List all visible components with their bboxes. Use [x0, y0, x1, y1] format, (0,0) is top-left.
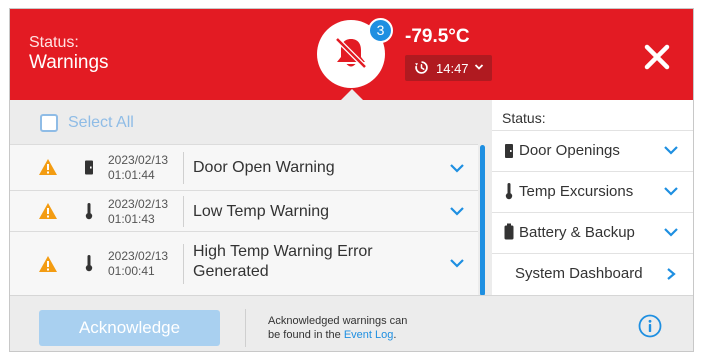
timer-icon [415, 61, 428, 74]
status-value: Warnings [29, 52, 109, 73]
door-icon [85, 160, 93, 175]
header-pointer [341, 89, 363, 100]
thermometer-icon [505, 183, 513, 200]
row-divider [183, 152, 184, 184]
acknowledge-note: Acknowledged warnings can be found in th… [268, 314, 428, 342]
battery-icon [504, 223, 514, 240]
warning-triangle-icon [39, 159, 57, 175]
warning-date: 2023/02/13 [108, 197, 169, 211]
thermometer-icon [85, 203, 93, 220]
note-text: . [393, 329, 397, 341]
warning-timestamp: 2023/02/13 01:01:43 [108, 197, 168, 227]
info-button[interactable] [638, 314, 662, 338]
chevron-down-icon [664, 146, 678, 155]
note-line: be found in the Event Log. [268, 328, 428, 342]
chevron-right-icon [667, 268, 676, 280]
warning-title-line: High Temp Warning Error [193, 243, 373, 260]
chevron-down-icon [474, 64, 484, 70]
row-divider [183, 196, 184, 227]
status-item-door-openings[interactable]: Door Openings [492, 130, 693, 171]
status-item-system-dashboard[interactable]: System Dashboard [492, 253, 693, 294]
close-button[interactable] [642, 42, 672, 72]
chevron-down-icon[interactable] [449, 205, 465, 217]
warning-time: 01:00:41 [108, 264, 155, 278]
status-label: Status: [29, 34, 79, 51]
status-panel-title: Status: [502, 110, 546, 126]
note-text: be found in the [268, 329, 344, 341]
warning-triangle-icon [39, 203, 57, 219]
status-item-label: System Dashboard [515, 265, 643, 282]
status-item-label: Door Openings [519, 142, 620, 159]
warning-row[interactable]: 2023/02/13 01:01:43 Low Temp Warning [10, 190, 478, 231]
warning-time: 01:01:43 [108, 212, 155, 226]
close-icon [644, 44, 670, 70]
acknowledge-button[interactable]: Acknowledge [39, 310, 220, 346]
warning-date: 2023/02/13 [108, 153, 169, 167]
warning-timestamp: 2023/02/13 01:00:41 [108, 249, 168, 279]
thermometer-icon [85, 255, 93, 272]
warning-row[interactable]: 2023/02/13 01:00:41 High Temp Warning Er… [10, 231, 478, 295]
list-scrollbar[interactable] [480, 145, 485, 296]
event-log-link[interactable]: Event Log [344, 329, 394, 341]
warning-title-line: Generated [193, 263, 269, 280]
warning-time: 01:01:44 [108, 168, 155, 182]
warning-title: Door Open Warning [193, 159, 335, 176]
warning-title: Low Temp Warning [193, 203, 330, 220]
select-all-label: Select All [68, 114, 134, 131]
status-item-temp-excursions[interactable]: Temp Excursions [492, 171, 693, 212]
time-dropdown[interactable]: 14:47 [405, 55, 492, 81]
status-block: Status: Warnings [29, 33, 109, 74]
status-header: Status: Warnings 3 -79.5°C 14:47 [10, 9, 693, 100]
chevron-down-icon [664, 228, 678, 237]
time-value: 14:47 [436, 61, 469, 76]
status-item-label: Battery & Backup [519, 224, 635, 241]
chevron-down-icon[interactable] [449, 257, 465, 269]
warning-date: 2023/02/13 [108, 249, 169, 263]
temperature-readout: -79.5°C [405, 26, 470, 47]
chevron-down-icon [664, 187, 678, 196]
info-icon [638, 314, 662, 338]
warnings-panel: Status: Warnings 3 -79.5°C 14:47 Select … [9, 8, 694, 352]
row-divider [183, 244, 184, 284]
chevron-down-icon[interactable] [449, 162, 465, 174]
status-item-battery-backup[interactable]: Battery & Backup [492, 212, 693, 253]
checkbox-box [40, 114, 58, 132]
warning-timestamp: 2023/02/13 01:01:44 [108, 153, 168, 183]
door-icon [505, 144, 513, 158]
note-line: Acknowledged warnings can [268, 315, 408, 327]
warning-row[interactable]: 2023/02/13 01:01:44 Door Open Warning [10, 144, 478, 190]
warning-title: High Temp Warning Error Generated [193, 242, 373, 282]
alarm-count-badge: 3 [368, 18, 393, 43]
warning-triangle-icon [39, 256, 57, 272]
footer-divider [245, 309, 246, 347]
status-panel: Status: Door Openings Temp Excursions Ba… [492, 100, 693, 295]
status-item-label: Temp Excursions [519, 183, 634, 200]
bell-muted-icon [335, 37, 367, 69]
footer-bar: Acknowledge Acknowledged warnings can be… [10, 295, 693, 351]
